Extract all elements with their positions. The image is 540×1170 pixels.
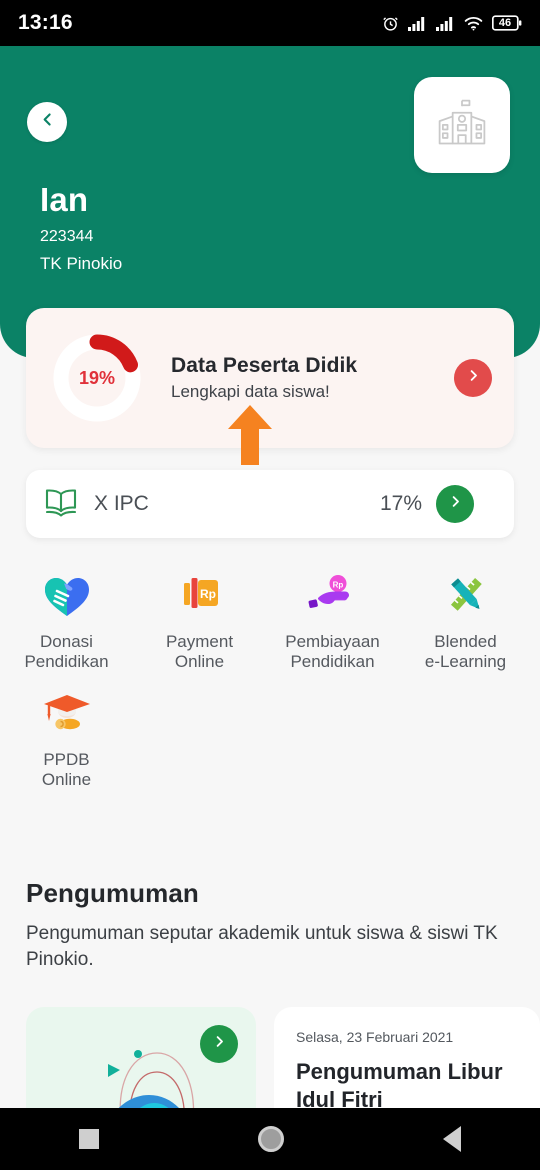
class-name-label: X IPC: [94, 492, 149, 515]
menu-item-label: Payment Online: [138, 632, 262, 672]
signal-2-icon: [436, 16, 455, 31]
square-icon[interactable]: [79, 1129, 100, 1149]
battery-icon: 46: [492, 15, 522, 31]
menu-item-blended-elearning[interactable]: Blended e-Learning: [399, 560, 532, 678]
pencil-ruler-icon: [438, 570, 494, 622]
phone-screen: 13:16 46 Ian 223344 TK Pinokio 19% Data …: [0, 0, 540, 1170]
android-nav-bar: [0, 1108, 540, 1170]
svg-text:Rp: Rp: [200, 587, 216, 601]
services-menu-grid: Donasi Pendidikan Rp Payment Online Rp P…: [0, 560, 540, 796]
wifi-icon: [464, 16, 483, 31]
menu-label-line1: Blended: [434, 632, 497, 651]
data-card-texts: Data Peserta Didik Lengkapi data siswa!: [171, 354, 454, 402]
announcement-section-title: Pengumuman: [26, 878, 199, 908]
alarm-icon: [382, 15, 399, 32]
open-book-icon: [44, 487, 78, 522]
signal-1-icon: [408, 16, 427, 31]
status-bar-clock: 13:16: [18, 11, 73, 34]
student-id: 223344: [40, 228, 94, 245]
menu-label-line2: Online: [174, 652, 225, 672]
chevron-right-icon: [448, 494, 463, 514]
chevron-right-icon: [212, 1034, 227, 1054]
chevron-left-icon: [39, 111, 56, 133]
data-card-title: Data Peserta Didik: [171, 354, 358, 377]
announcement-section-description: Pengumuman seputar akademik untuk siswa …: [26, 923, 498, 970]
announcement-date: Selasa, 23 Februari 2021: [296, 1029, 454, 1045]
menu-item-ppdb-online[interactable]: PPDB Online: [0, 678, 133, 796]
menu-item-donasi-pendidikan[interactable]: Donasi Pendidikan: [0, 560, 133, 678]
status-bar-icons: 46: [382, 15, 522, 32]
menu-item-pembiayaan-pendidikan[interactable]: Rp Pembiayaan Pendidikan: [266, 560, 399, 678]
class-percent-label: 17%: [379, 492, 422, 515]
graduation-cap-icon: [39, 688, 95, 740]
handshake-heart-icon: [39, 570, 95, 622]
menu-item-payment-online[interactable]: Rp Payment Online: [133, 560, 266, 678]
class-card[interactable]: X IPC 17%: [26, 470, 514, 538]
menu-item-label: Blended e-Learning: [404, 632, 528, 672]
rupiah-card-icon: Rp: [172, 570, 228, 622]
triangle-back-icon[interactable]: [442, 1126, 461, 1152]
menu-label-line1: Payment: [165, 632, 234, 651]
circle-icon[interactable]: [257, 1126, 284, 1152]
menu-label-line2: Pendidikan: [24, 652, 109, 672]
announcement-headline: Pengumuman Libur Idul Fitri: [296, 1059, 503, 1112]
chevron-right-icon: [466, 368, 481, 388]
student-name: Ian: [40, 181, 89, 218]
announcement-card-arrow-button[interactable]: [200, 1025, 238, 1063]
status-bar: 13:16 46: [0, 0, 540, 46]
menu-label-line2: e-Learning: [424, 652, 507, 672]
class-card-arrow-button[interactable]: [436, 485, 474, 523]
school-logo-badge[interactable]: [414, 77, 510, 173]
completion-progress-ring: 19%: [47, 328, 147, 428]
svg-text:Rp: Rp: [332, 581, 343, 590]
menu-item-label: Pembiayaan Pendidikan: [271, 632, 395, 672]
student-school: TK Pinokio: [40, 254, 123, 273]
hand-coin-icon: Rp: [305, 570, 361, 622]
back-button[interactable]: [27, 102, 67, 142]
menu-label-line1: PPDB: [43, 750, 90, 770]
arrow-up-icon: [228, 405, 272, 465]
announcement-section-header: Pengumuman Pengumuman seputar akademik u…: [26, 878, 516, 972]
school-building-icon: [434, 97, 490, 154]
menu-label-line2: Pendidikan: [290, 652, 375, 672]
completion-percent-label: 19%: [78, 367, 116, 388]
menu-label-line1: Pembiayaan: [285, 632, 380, 651]
menu-item-label: Donasi Pendidikan: [5, 632, 129, 672]
menu-label-line1: Donasi: [40, 632, 93, 651]
menu-label-line2: Online: [41, 770, 92, 790]
battery-level: 46: [498, 17, 512, 29]
data-card-arrow-button[interactable]: [454, 359, 492, 397]
data-card-subtitle: Lengkapi data siswa!: [171, 382, 330, 401]
menu-item-label: PPDB Online: [5, 750, 129, 790]
